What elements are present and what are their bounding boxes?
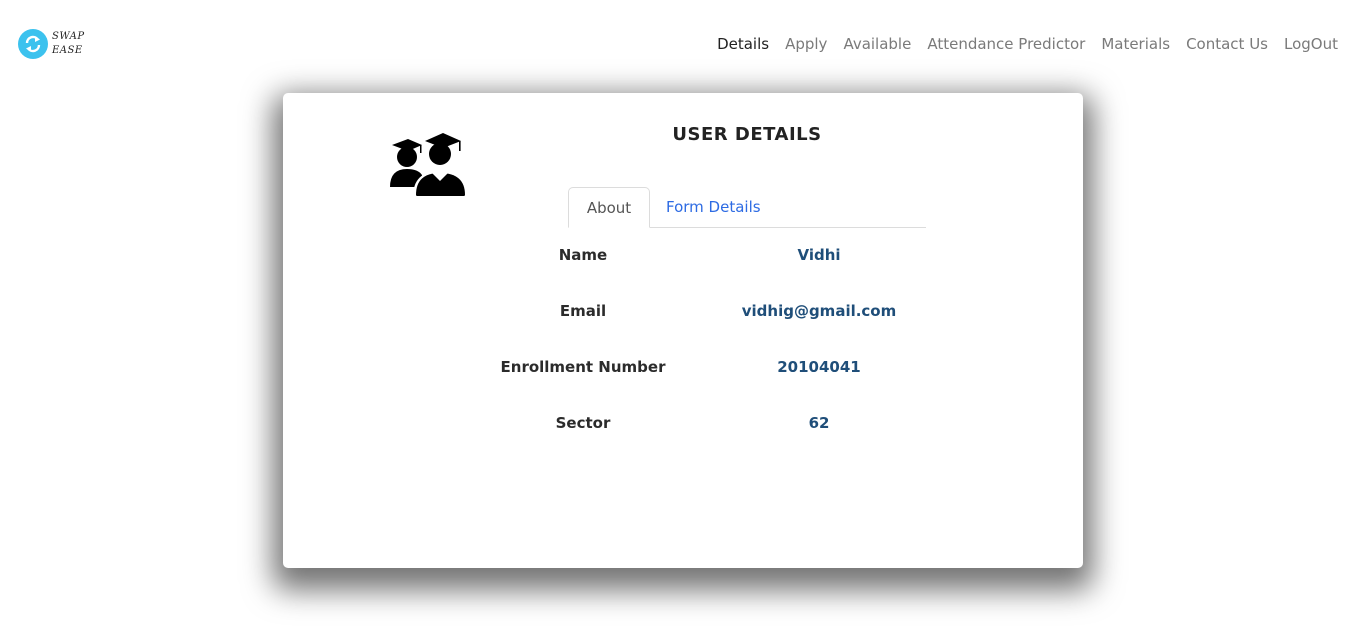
brand-line-1: SWAP	[52, 31, 85, 42]
nav-apply[interactable]: Apply	[777, 33, 835, 55]
user-details-card: USER DETAILS About Form Details Name Vid…	[283, 93, 1083, 568]
nav-logout[interactable]: LogOut	[1276, 33, 1346, 55]
email-value: vidhig@gmail.com	[741, 302, 897, 320]
brand[interactable]: SWAP EASE	[18, 28, 85, 60]
detail-row-name: Name Vidhi	[283, 241, 1083, 269]
sector-label: Sector	[555, 414, 611, 432]
name-label: Name	[558, 246, 608, 264]
detail-row-enrollment: Enrollment Number 20104041	[283, 353, 1083, 381]
detail-row-email: Email vidhig@gmail.com	[283, 297, 1083, 325]
sector-value: 62	[808, 414, 830, 432]
sync-arrows-icon	[18, 29, 48, 59]
nav-links: Details Apply Available Attendance Predi…	[709, 33, 1346, 55]
navbar: SWAP EASE Details Apply Available Attend…	[0, 0, 1366, 88]
detail-tabs: About Form Details	[568, 187, 926, 228]
detail-row-sector: Sector 62	[283, 409, 1083, 437]
nav-contact-us[interactable]: Contact Us	[1178, 33, 1276, 55]
email-label: Email	[559, 302, 607, 320]
nav-attendance-predictor[interactable]: Attendance Predictor	[919, 33, 1093, 55]
nav-materials[interactable]: Materials	[1093, 33, 1178, 55]
nav-available[interactable]: Available	[835, 33, 919, 55]
enrollment-number-label: Enrollment Number	[500, 358, 666, 376]
name-value: Vidhi	[797, 246, 841, 264]
brand-name: SWAP EASE	[52, 30, 85, 58]
enrollment-number-value: 20104041	[777, 358, 861, 376]
brand-line-2: EASE	[52, 45, 83, 56]
tab-about[interactable]: About	[568, 187, 650, 228]
tab-form-details[interactable]: Form Details	[650, 187, 777, 227]
page-title: USER DETAILS	[672, 124, 822, 145]
nav-details[interactable]: Details	[709, 33, 777, 55]
